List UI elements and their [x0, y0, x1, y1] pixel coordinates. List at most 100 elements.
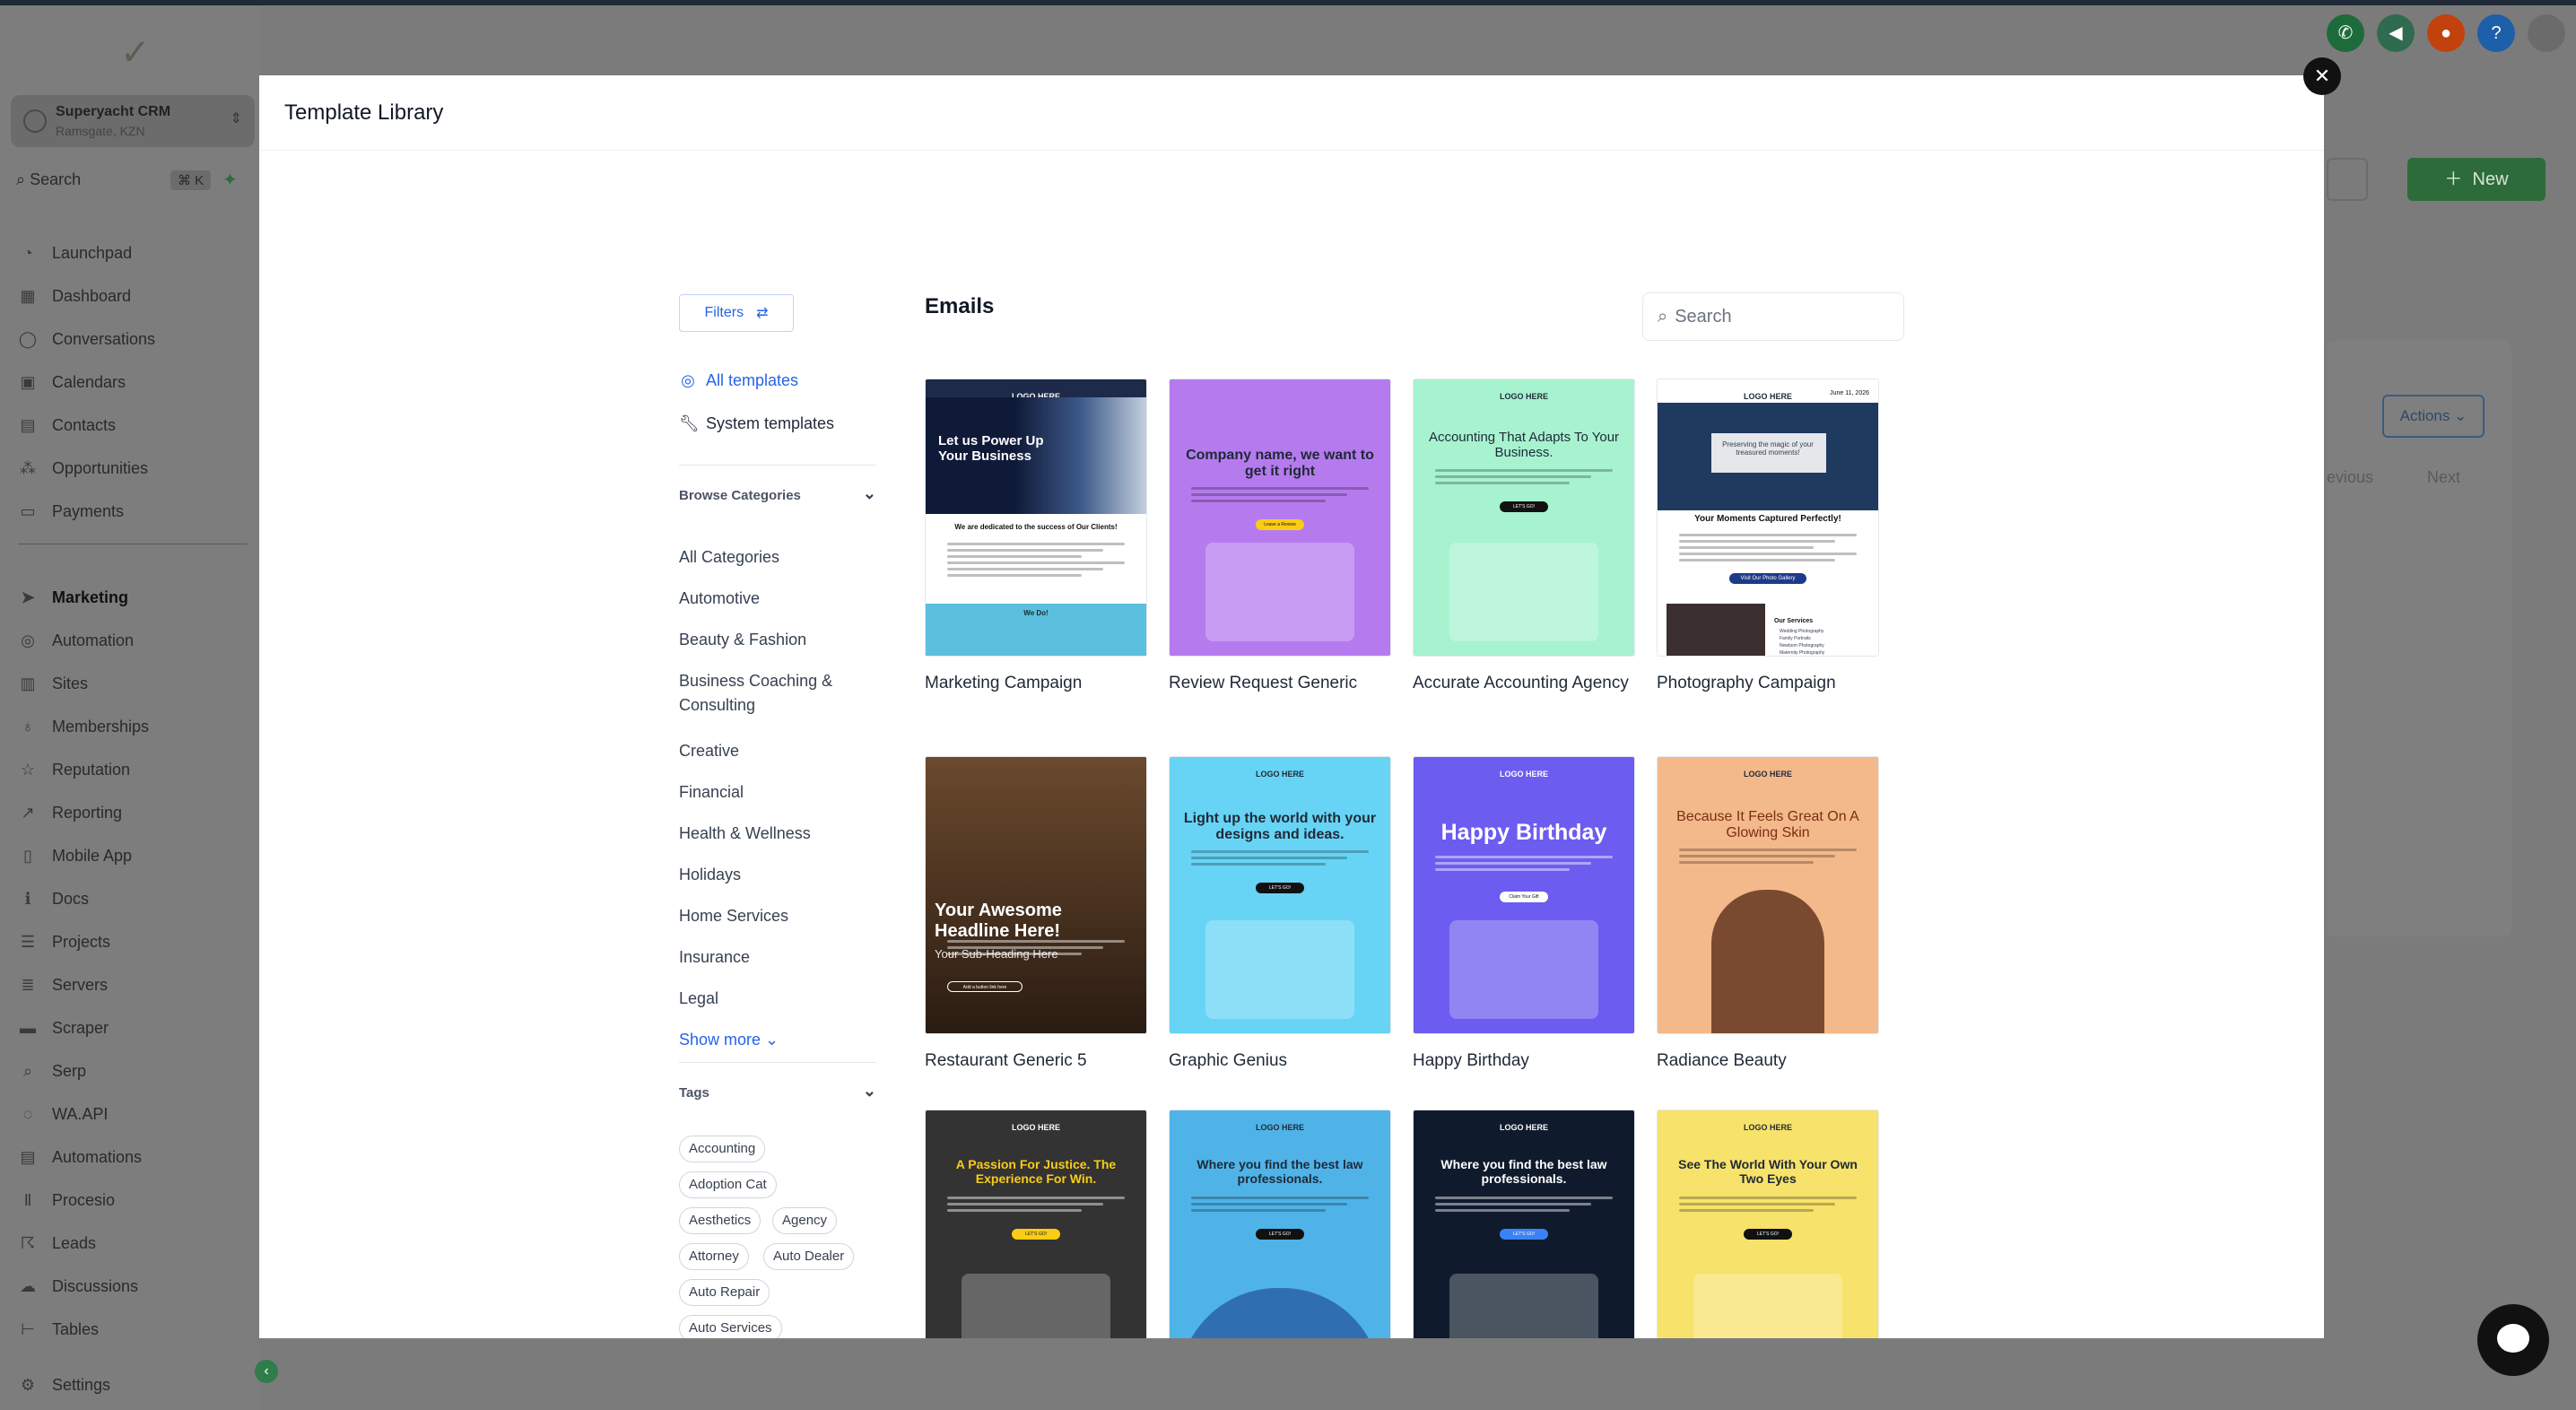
template-thumbnail[interactable]: LOGO HERE Light up the world with your de…: [1169, 756, 1391, 1034]
sidebar-item-tables[interactable]: ⊢ Tables: [16, 1311, 258, 1347]
category-creative[interactable]: Creative: [679, 739, 876, 763]
template-card[interactable]: LOGO HERE Where you find the best law pro…: [1413, 1110, 1635, 1338]
template-thumbnail[interactable]: LOGO HERE Let us Power Up Your Business We…: [925, 379, 1147, 657]
tags-toggle[interactable]: Tags ⌄: [679, 1082, 876, 1101]
sidebar-item-memberships[interactable]: ♁ Memberships: [16, 709, 258, 744]
sidebar-item-opportunities[interactable]: ⁂ Opportunities: [16, 450, 258, 486]
sidebar-item-reputation[interactable]: ☆ Reputation: [16, 752, 258, 788]
sidebar-item-procesio[interactable]: Ⅱ Procesio: [16, 1182, 258, 1218]
sidebar-item-discussions[interactable]: ☁ Discussions: [16, 1268, 258, 1304]
sidebar-item-automations[interactable]: ▤ Automations: [16, 1139, 258, 1175]
template-thumbnail[interactable]: LOGO HERE Happy Birthday Claim Your Gift: [1413, 756, 1635, 1034]
template-thumbnail[interactable]: LOGO HERE Where you find the best law pro…: [1169, 1110, 1391, 1338]
template-card[interactable]: LOGO HERE Accounting That Adapts To Your …: [1413, 379, 1635, 695]
user-avatar[interactable]: [2528, 14, 2565, 52]
sidebar-item-projects[interactable]: ☰ Projects: [16, 924, 258, 960]
template-thumbnail[interactable]: LOGO HERE Accounting That Adapts To Your …: [1413, 379, 1635, 657]
sidebar-item-marketing[interactable]: ➤ Marketing: [16, 579, 258, 615]
sidebar-item-scraper[interactable]: ▬ Scraper: [16, 1010, 258, 1046]
show-more-link[interactable]: Show more ⌄: [679, 1028, 876, 1052]
sidebar-item-settings[interactable]: ⚙ Settings: [16, 1367, 258, 1403]
sidebar-item-wa-api[interactable]: ◌ WA.API: [16, 1096, 258, 1132]
next-button[interactable]: Next: [2427, 468, 2460, 487]
category-legal[interactable]: Legal: [679, 987, 876, 1011]
template-card[interactable]: LOGO HERE Because It Feels Great On A Glo…: [1657, 756, 1879, 1073]
category-holidays[interactable]: Holidays: [679, 863, 876, 887]
sidebar-item-mobile-app[interactable]: ▯ Mobile App: [16, 838, 258, 874]
category-business-coaching-consulting[interactable]: Business Coaching & Consulting: [679, 669, 876, 718]
megaphone-icon[interactable]: ◀: [2377, 14, 2415, 52]
filters-button[interactable]: Filters ⇄: [679, 294, 794, 332]
template-thumbnail[interactable]: LOGO HERE Where you find the best law pro…: [1413, 1110, 1635, 1338]
sidebar-item-serp[interactable]: ⌕ Serp: [16, 1053, 258, 1089]
template-thumbnail[interactable]: PLACEHOLDERYour Awesome Headline Here!Yo…: [925, 756, 1147, 1034]
previous-button[interactable]: evious: [2327, 468, 2373, 487]
category-health-wellness[interactable]: Health & Wellness: [679, 822, 876, 846]
tag-auto-dealer[interactable]: Auto Dealer: [763, 1243, 855, 1270]
category-beauty-fashion[interactable]: Beauty & Fashion: [679, 628, 876, 652]
chat-widget-button[interactable]: [2477, 1304, 2549, 1376]
template-thumbnail[interactable]: LOGO HERE Because It Feels Great On A Glo…: [1657, 756, 1879, 1034]
help-icon[interactable]: ?: [2477, 14, 2515, 52]
template-thumbnail[interactable]: LOGO HERE See The World With Your Own Two…: [1657, 1110, 1879, 1338]
sidebar-item-contacts[interactable]: ▤ Contacts: [16, 407, 258, 443]
collapse-sidebar-button[interactable]: ‹: [255, 1360, 278, 1383]
template-search-input[interactable]: [1675, 306, 1882, 327]
bell-icon[interactable]: ●: [2427, 14, 2465, 52]
close-modal-button[interactable]: ✕: [2303, 57, 2341, 95]
category-financial[interactable]: Financial: [679, 780, 876, 805]
template-card[interactable]: LOGO HERE Let us Power Up Your Business We…: [925, 379, 1147, 695]
template-card[interactable]: LOGO HERE Happy Birthday Claim Your Gift Ha…: [1413, 756, 1635, 1073]
category-home-services[interactable]: Home Services: [679, 904, 876, 928]
browse-categories-toggle[interactable]: Browse Categories ⌄: [679, 484, 876, 503]
tag-aesthetics[interactable]: Aesthetics: [679, 1207, 761, 1234]
actions-button[interactable]: Actions ⌄: [2382, 395, 2485, 438]
tag-agency[interactable]: Agency: [772, 1207, 838, 1234]
header-icons: ✆ ◀ ● ?: [2327, 14, 2565, 52]
sidebar-item-label: Marketing: [52, 588, 129, 606]
sidebar-item-servers[interactable]: ≣ Servers: [16, 967, 258, 1003]
quick-add-icon[interactable]: ✦: [222, 169, 238, 191]
account-switcher[interactable]: Superyacht CRM Ramsgate, KZN ⇕: [11, 95, 255, 147]
template-card[interactable]: LOGO HERE See The World With Your Own Two…: [1657, 1110, 1879, 1338]
sidebar-item-conversations[interactable]: ◯ Conversations: [16, 321, 258, 357]
system-templates-option[interactable]: 🔧︎ System templates: [679, 414, 834, 433]
thumbnail-body: Your Moments Captured Perfectly!: [1694, 514, 1841, 524]
sidebar-item-docs[interactable]: ℹ Docs: [16, 881, 258, 917]
tag-accounting[interactable]: Accounting: [679, 1136, 766, 1162]
sidebar-item-label: Procesio: [52, 1190, 116, 1209]
category-insurance[interactable]: Insurance: [679, 945, 876, 970]
tag-attorney[interactable]: Attorney: [679, 1243, 749, 1270]
template-card[interactable]: LOGO HERE Where you find the best law pro…: [1169, 1110, 1391, 1338]
template-card[interactable]: Company name, we want to get it right Lea…: [1169, 379, 1391, 695]
sidebar-item-payments[interactable]: ▭ Payments: [16, 493, 258, 529]
template-thumbnail[interactable]: LOGO HERE June 11, 2026 Preserving the mag…: [1657, 379, 1879, 657]
all-templates-option[interactable]: ◎ All templates: [679, 371, 798, 390]
star-icon: ☆: [20, 760, 36, 779]
sidebar-item-calendars[interactable]: ▣ Calendars: [16, 364, 258, 400]
tag-auto-services[interactable]: Auto Services: [679, 1315, 782, 1338]
sidebar-item-dashboard[interactable]: ▦ Dashboard: [16, 278, 258, 314]
template-card[interactable]: LOGO HERE June 11, 2026 Preserving the mag…: [1657, 379, 1879, 695]
sidebar-item-automation[interactable]: ◎ Automation: [16, 622, 258, 658]
template-card[interactable]: PLACEHOLDERYour Awesome Headline Here!Yo…: [925, 756, 1147, 1073]
category-automotive[interactable]: Automotive: [679, 587, 876, 611]
thumbnail-illustration: [1449, 1274, 1598, 1338]
template-thumbnail[interactable]: Company name, we want to get it right Lea…: [1169, 379, 1391, 657]
template-card[interactable]: LOGO HERE Light up the world with your de…: [1169, 756, 1391, 1073]
tag-adoption-cat[interactable]: Adoption Cat: [679, 1171, 777, 1198]
template-card[interactable]: LOGO HERE A Passion For Justice. The Expe…: [925, 1110, 1147, 1338]
sidebar-item-label: Servers: [52, 975, 109, 994]
sidebar-search[interactable]: ⌕ Search ⌘ K ✦: [16, 170, 249, 197]
sidebar-item-sites[interactable]: ▥ Sites: [16, 666, 258, 701]
sidebar-item-launchpad[interactable]: ◔ Launchpad: [16, 235, 258, 271]
phone-icon[interactable]: ✆: [2327, 14, 2364, 52]
sidebar-item-leads[interactable]: ☈ Leads: [16, 1225, 258, 1261]
category-all-categories[interactable]: All Categories: [679, 545, 876, 570]
tag-auto-repair[interactable]: Auto Repair: [679, 1279, 770, 1306]
thumbnail-headline: Company name, we want to get it right: [1186, 448, 1374, 479]
template-thumbnail[interactable]: LOGO HERE A Passion For Justice. The Expe…: [925, 1110, 1147, 1338]
background-input[interactable]: [2327, 158, 2368, 201]
new-button[interactable]: ＋ New: [2407, 158, 2546, 201]
sidebar-item-reporting[interactable]: ↗ Reporting: [16, 795, 258, 831]
